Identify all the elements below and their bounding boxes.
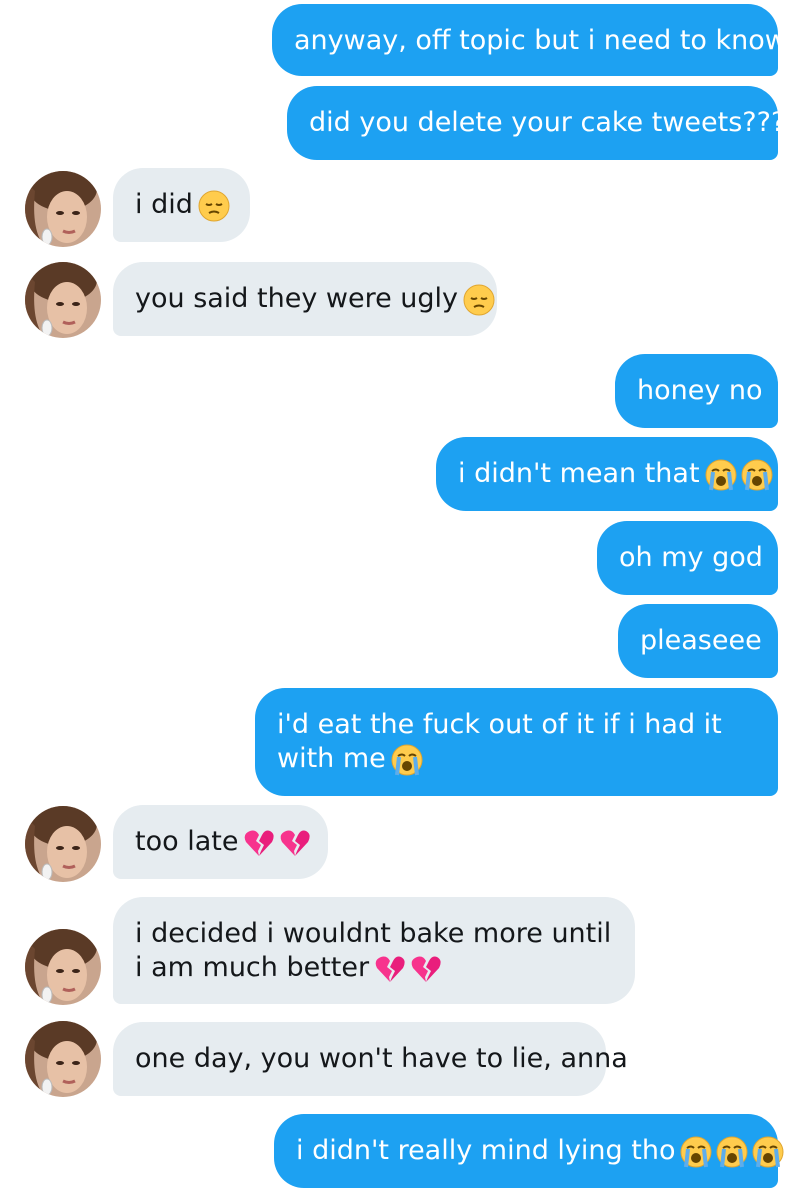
message-text: oh my god (619, 542, 763, 573)
broken-heart-icon (409, 952, 443, 986)
outgoing-message[interactable]: oh my god (597, 521, 778, 595)
outgoing-message[interactable]: did you delete your cake tweets??? (287, 86, 785, 160)
message-text: i didn't mean that (458, 458, 700, 489)
contact-avatar[interactable] (25, 806, 101, 882)
incoming-message[interactable]: you said they were ugly (113, 262, 497, 336)
message-text: did you delete your cake tweets??? (309, 107, 786, 138)
outgoing-message[interactable]: i didn't mean that (436, 437, 778, 511)
incoming-message[interactable]: i decided i wouldnt bake more until i am… (113, 897, 635, 1004)
contact-avatar[interactable] (25, 929, 101, 1005)
pensive-face-icon (197, 189, 231, 223)
message-text: i didn't really mind lying tho (296, 1135, 676, 1166)
loudly-crying-face-icon (390, 743, 424, 777)
incoming-message[interactable]: too late (113, 805, 328, 879)
message-text: you said they were ugly (135, 283, 459, 314)
loudly-crying-face-icon (740, 458, 774, 492)
outgoing-message[interactable]: anyway, off topic but i need to know (272, 4, 787, 76)
message-text: too late (135, 826, 239, 857)
outgoing-message[interactable]: honey no (615, 354, 778, 428)
message-text: honey no (637, 375, 763, 406)
contact-avatar[interactable] (25, 262, 101, 338)
message-text: pleaseee (640, 625, 762, 656)
contact-avatar[interactable] (25, 1021, 101, 1097)
message-text: one day, you won't have to lie, anna (135, 1043, 628, 1074)
broken-heart-icon (242, 826, 276, 860)
loudly-crying-face-icon (751, 1135, 785, 1169)
pensive-face-icon (462, 283, 496, 317)
message-text: i did (135, 189, 193, 220)
broken-heart-icon (278, 826, 312, 860)
broken-heart-icon (373, 952, 407, 986)
conversation-thread: anyway, off topic but i need to know did… (0, 0, 802, 1200)
outgoing-message[interactable]: i didn't really mind lying tho (274, 1114, 784, 1188)
incoming-message[interactable]: one day, you won't have to lie, anna (113, 1022, 628, 1096)
incoming-message[interactable]: i did (113, 168, 250, 242)
message-text: anyway, off topic but i need to know (294, 25, 787, 56)
loudly-crying-face-icon (715, 1135, 749, 1169)
contact-avatar[interactable] (25, 171, 101, 247)
message-text: i'd eat the fuck out of it if i had it w… (277, 709, 722, 774)
loudly-crying-face-icon (704, 458, 738, 492)
loudly-crying-face-icon (679, 1135, 713, 1169)
outgoing-message[interactable]: i'd eat the fuck out of it if i had it w… (255, 688, 778, 796)
outgoing-message[interactable]: pleaseee (618, 604, 778, 678)
